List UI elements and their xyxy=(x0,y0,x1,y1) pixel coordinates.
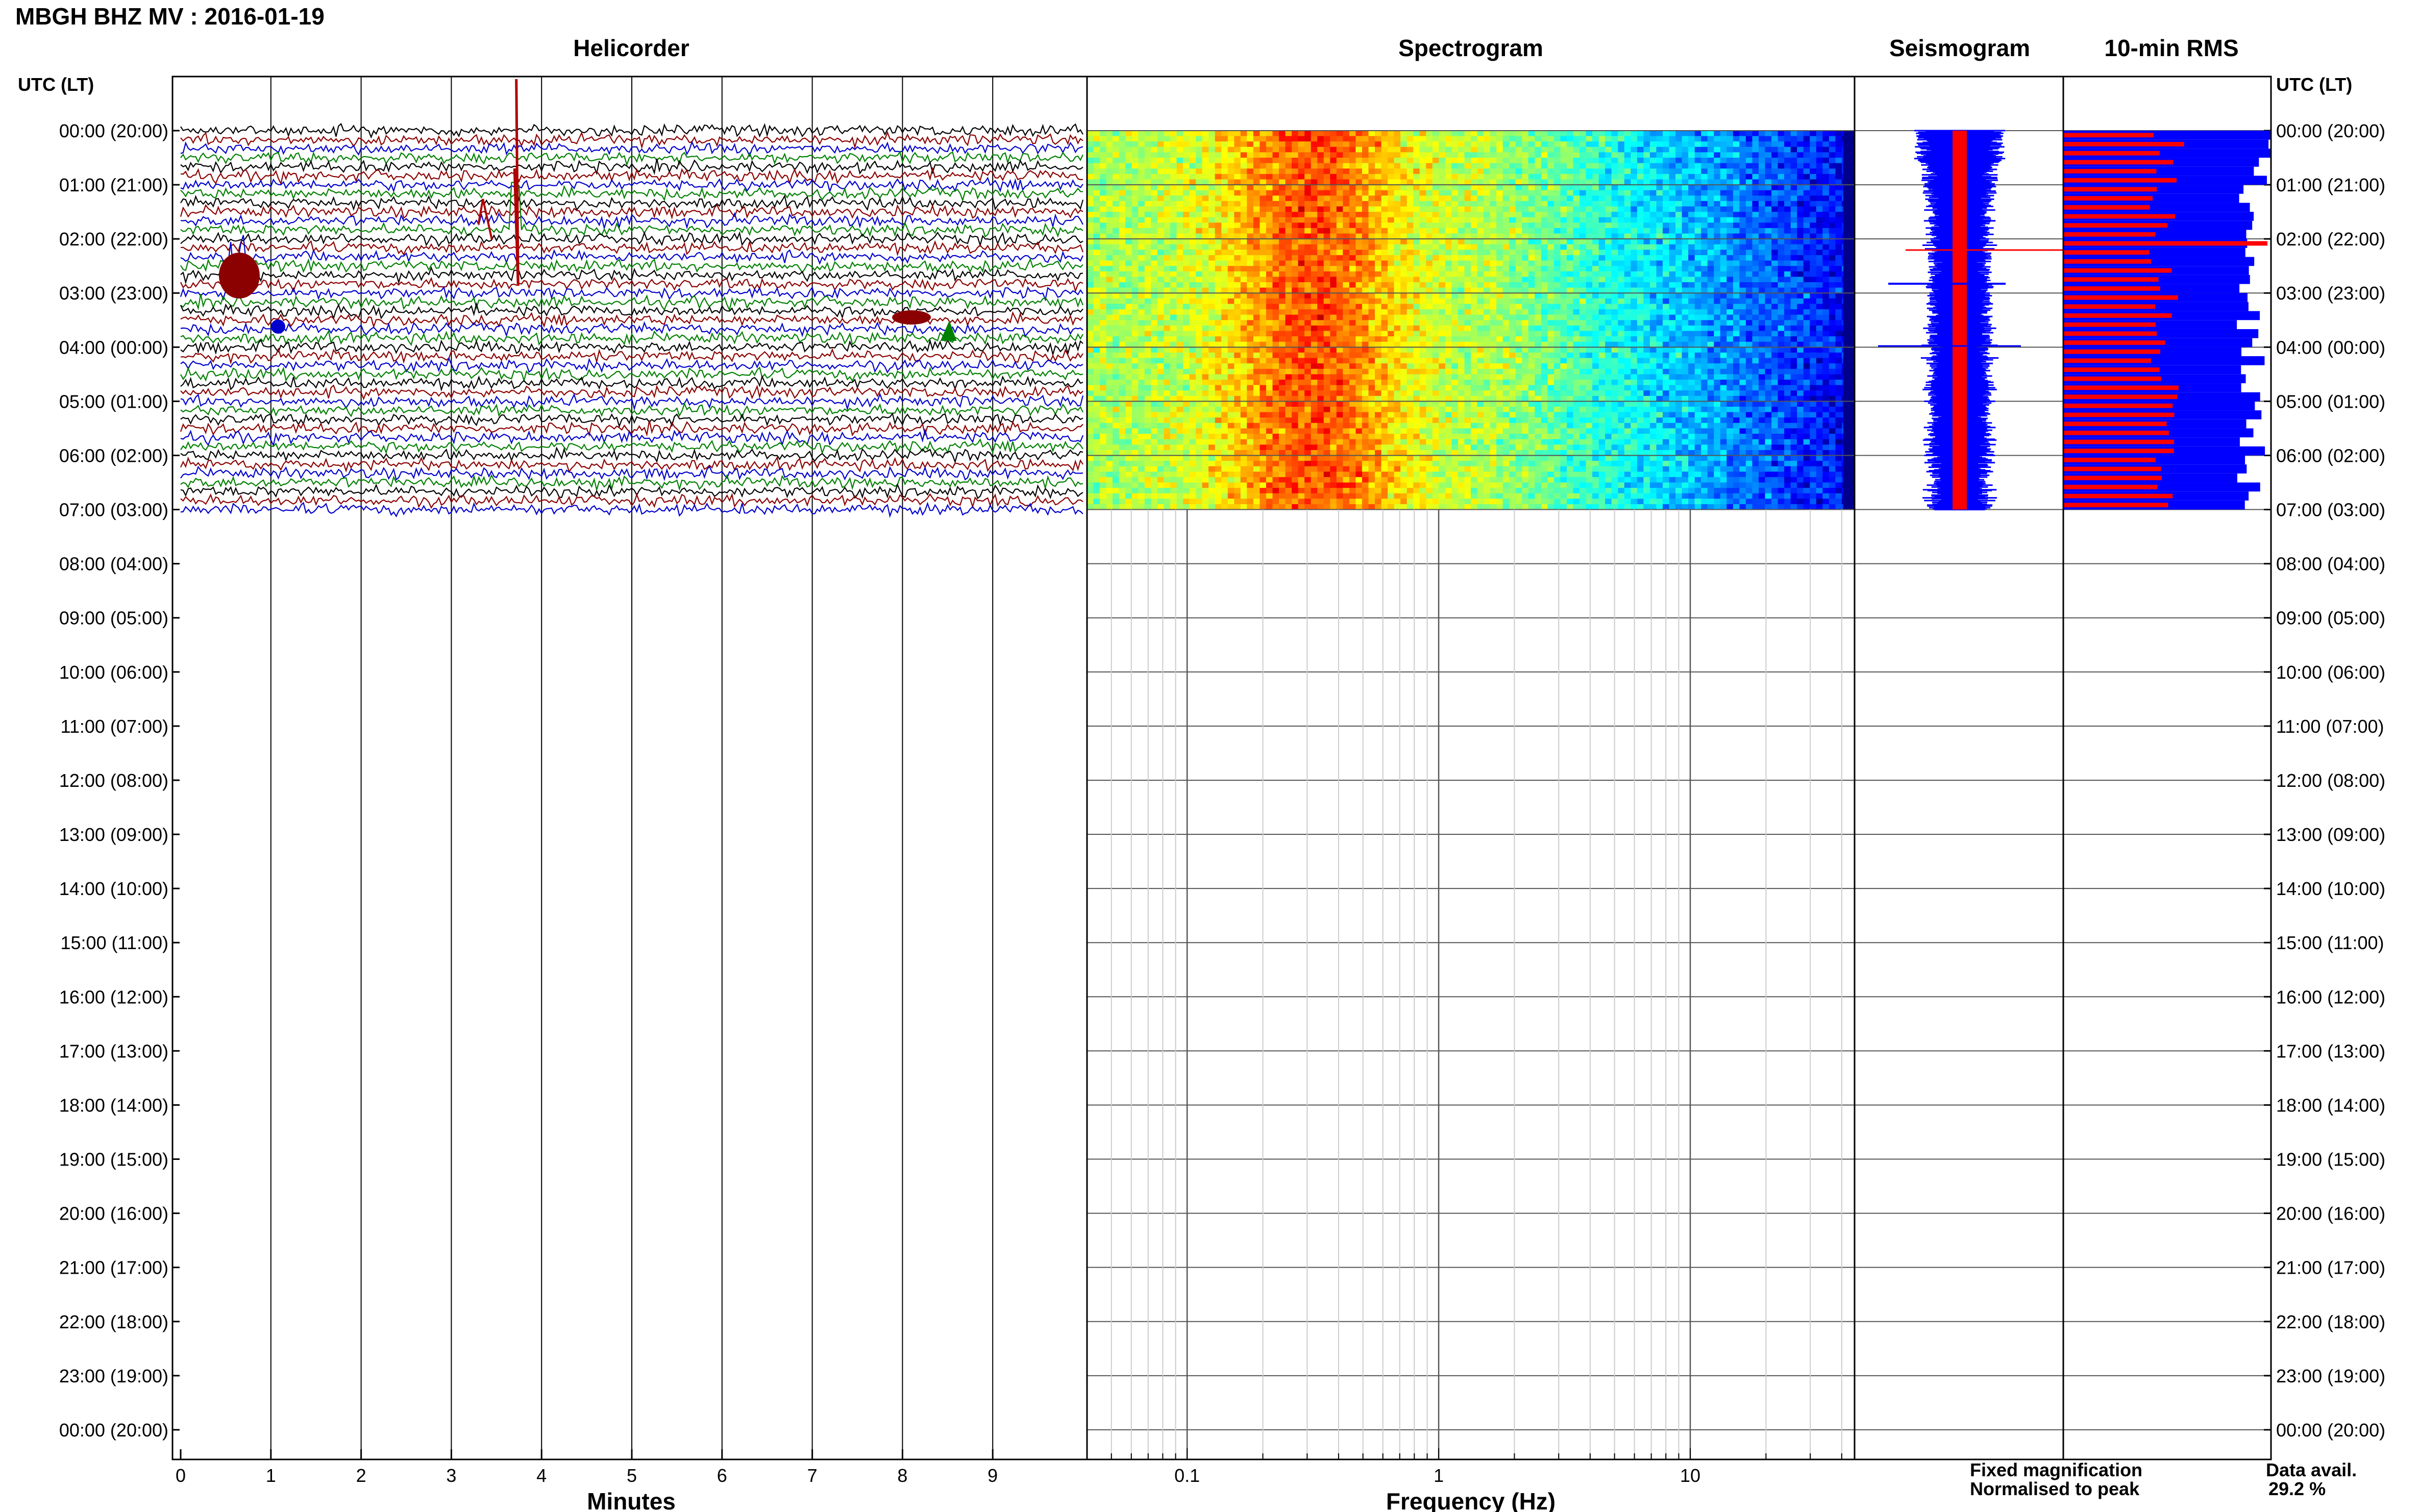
time-label-right: 01:00 (21:00) xyxy=(2276,175,2385,195)
time-label-left: 03:00 (23:00) xyxy=(59,283,168,304)
time-label-right: 19:00 (15:00) xyxy=(2276,1149,2385,1170)
time-label-right: 10:00 (06:00) xyxy=(2276,662,2385,683)
minutes-tick-label: 0 xyxy=(176,1465,186,1486)
minutes-tick-label: 5 xyxy=(627,1465,637,1486)
time-label-left: 01:00 (21:00) xyxy=(59,175,168,195)
rms-bars xyxy=(2063,131,2271,510)
spectrogram-header: Spectrogram xyxy=(1398,35,1543,61)
time-label-left: 00:00 (20:00) xyxy=(59,120,168,141)
time-label-left: 20:00 (16:00) xyxy=(59,1203,168,1224)
seismic-summary-chart: MBGH BHZ MV : 2016-01-19 Helicorder Spec… xyxy=(15,3,2385,1512)
time-label-right: 03:00 (23:00) xyxy=(2276,283,2385,304)
time-label-left: 15:00 (11:00) xyxy=(61,932,168,953)
rms-header: 10-min RMS xyxy=(2104,35,2238,61)
time-label-left: 11:00 (07:00) xyxy=(61,716,168,737)
time-label-right: 05:00 (01:00) xyxy=(2276,391,2385,412)
time-label-left: 08:00 (04:00) xyxy=(59,554,168,575)
time-label-left: 04:00 (00:00) xyxy=(59,337,168,358)
minutes-tick-label: 6 xyxy=(717,1465,727,1486)
time-label-left: 10:00 (06:00) xyxy=(59,662,168,683)
frequency-tick-label: 1 xyxy=(1434,1465,1444,1486)
time-label-right: 17:00 (13:00) xyxy=(2276,1040,2385,1061)
time-label-left: 14:00 (10:00) xyxy=(59,878,168,899)
time-label-right: 23:00 (19:00) xyxy=(2276,1366,2385,1386)
time-label-right: 02:00 (22:00) xyxy=(2276,229,2385,250)
minutes-tick-label: 4 xyxy=(536,1465,547,1486)
time-label-left: 17:00 (13:00) xyxy=(59,1040,168,1061)
minutes-tick-label: 3 xyxy=(446,1465,456,1486)
helicorder-header: Helicorder xyxy=(573,35,689,61)
time-label-left: 21:00 (17:00) xyxy=(59,1257,168,1278)
time-label-right: 16:00 (12:00) xyxy=(2276,986,2385,1007)
time-label-left: 22:00 (18:00) xyxy=(59,1311,168,1332)
spectrogram-image xyxy=(1087,131,1855,510)
time-label-left: 12:00 (08:00) xyxy=(59,770,168,791)
time-label-right: 04:00 (00:00) xyxy=(2276,337,2385,358)
minutes-tick-label: 1 xyxy=(266,1465,276,1486)
minutes-tick-label: 2 xyxy=(356,1465,366,1486)
time-label-left: 05:00 (01:00) xyxy=(59,391,168,412)
time-label-left: 02:00 (22:00) xyxy=(59,229,168,250)
time-label-right: 13:00 (09:00) xyxy=(2276,824,2385,845)
chart-title: MBGH BHZ MV : 2016-01-19 xyxy=(15,3,325,30)
seismogram-header: Seismogram xyxy=(1889,35,2030,61)
time-label-right: 18:00 (14:00) xyxy=(2276,1095,2385,1116)
time-label-right: 09:00 (05:00) xyxy=(2276,608,2385,629)
time-label-right: 00:00 (20:00) xyxy=(2276,1420,2385,1441)
time-label-right: 11:00 (07:00) xyxy=(2276,716,2384,737)
frequency-tick-label: 0.1 xyxy=(1174,1465,1200,1486)
time-label-right: 07:00 (03:00) xyxy=(2276,500,2385,520)
minutes-tick-label: 7 xyxy=(807,1465,818,1486)
legend-normalised-to-peak: Normalised to peak xyxy=(1970,1478,2140,1499)
frequency-tick-label: 10 xyxy=(1680,1465,1700,1486)
time-label-left: 07:00 (03:00) xyxy=(59,500,168,520)
minutes-tick-label: 9 xyxy=(988,1465,998,1486)
minutes-axis-title: Minutes xyxy=(587,1488,676,1512)
time-label-right: 00:00 (20:00) xyxy=(2276,120,2385,141)
frequency-axis-title: Frequency (Hz) xyxy=(1386,1488,1556,1512)
time-label-left: 18:00 (14:00) xyxy=(59,1095,168,1116)
time-label-left: 06:00 (02:00) xyxy=(59,445,168,466)
time-label-left: 09:00 (05:00) xyxy=(59,608,168,629)
seismogram-trace xyxy=(1878,130,2063,511)
data-availability-value: 29.2 % xyxy=(2268,1478,2326,1499)
time-label-right: 14:00 (10:00) xyxy=(2276,878,2385,899)
time-label-right: 21:00 (17:00) xyxy=(2276,1257,2385,1278)
data-availability-label: Data avail. xyxy=(2266,1459,2357,1480)
time-label-left: 00:00 (20:00) xyxy=(59,1420,168,1441)
time-label-right: 06:00 (02:00) xyxy=(2276,445,2385,466)
time-label-left: 23:00 (19:00) xyxy=(59,1366,168,1386)
time-label-right: 12:00 (08:00) xyxy=(2276,770,2385,791)
time-label-left: 16:00 (12:00) xyxy=(59,986,168,1007)
right-time-axis-label: UTC (LT) xyxy=(2276,74,2352,95)
legend-fixed-magnification: Fixed magnification xyxy=(1970,1459,2142,1480)
minutes-tick-label: 8 xyxy=(897,1465,907,1486)
time-label-right: 15:00 (11:00) xyxy=(2276,932,2384,953)
time-label-right: 08:00 (04:00) xyxy=(2276,554,2385,575)
time-label-left: 19:00 (15:00) xyxy=(59,1149,168,1170)
time-label-right: 22:00 (18:00) xyxy=(2276,1311,2385,1332)
time-label-left: 13:00 (09:00) xyxy=(59,824,168,845)
left-time-axis-label: UTC (LT) xyxy=(18,74,94,95)
time-label-right: 20:00 (16:00) xyxy=(2276,1203,2385,1224)
